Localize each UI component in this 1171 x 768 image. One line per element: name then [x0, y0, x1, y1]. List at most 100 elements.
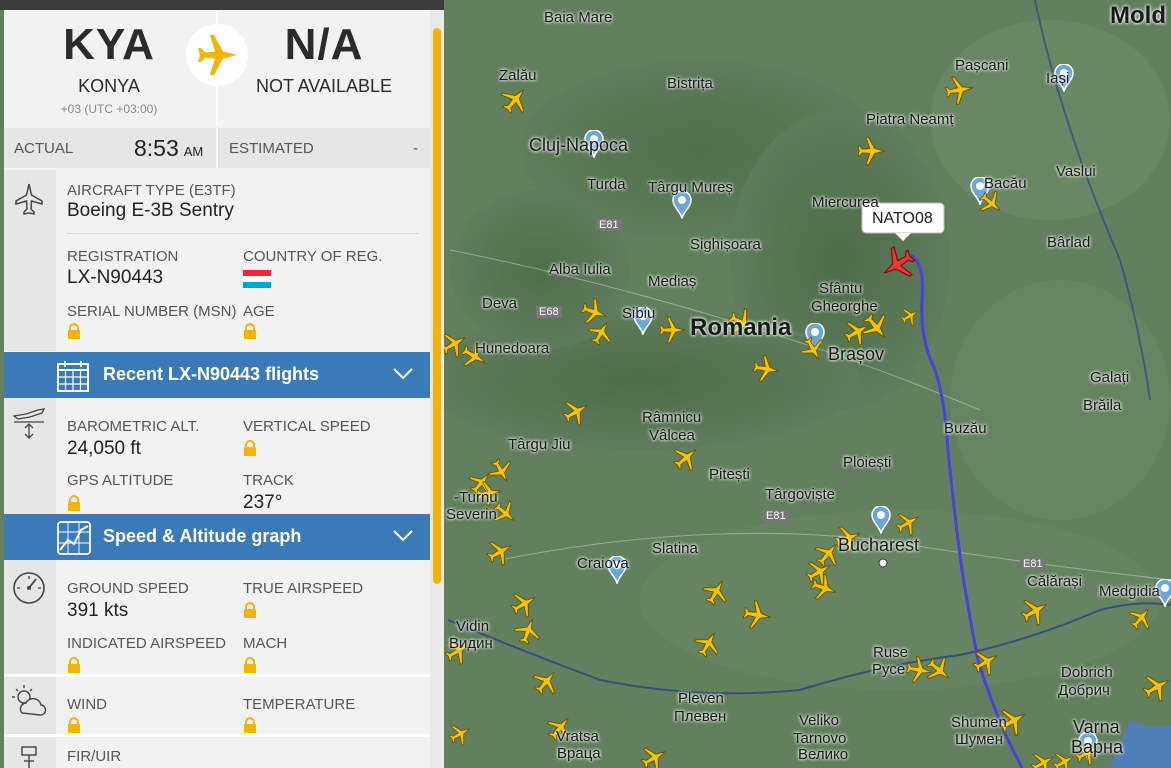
- lock-icon[interactable]: [243, 323, 257, 339]
- city-label: Gheorghe: [811, 298, 878, 315]
- lock-icon[interactable]: [243, 440, 257, 456]
- top-bar: [0, 0, 444, 10]
- city-label: Cluj-Napoca: [529, 135, 629, 155]
- gps-altitude-label: GPS ALTITUDE: [67, 472, 174, 489]
- estimated-label: ESTIMATED: [229, 140, 314, 157]
- fir-label: FIR/UIR: [67, 748, 122, 765]
- aircraft-type-code: (E3TF): [188, 182, 236, 199]
- scrollbar-thumb[interactable]: [433, 28, 441, 584]
- lock-icon[interactable]: [243, 657, 257, 673]
- origin-timezone: +03 (UTC +03:00): [60, 102, 158, 116]
- flight-info-panel: KYA KONYA +03 (UTC +03:00) N/A NOT AVAIL…: [4, 10, 430, 768]
- city-label: Varna: [1073, 717, 1120, 737]
- city-label: Piatra Neamț: [866, 111, 954, 128]
- aircraft-icon-column: [4, 170, 56, 351]
- city-label: Vidin: [456, 618, 490, 635]
- calendar-icon: [57, 361, 89, 392]
- city-label: Târgu Mureș: [648, 179, 734, 196]
- track-value: 237°: [243, 492, 283, 513]
- weather-icon: [12, 685, 47, 716]
- city-label: Deva: [482, 295, 518, 312]
- city-label: Sibiu: [622, 305, 656, 322]
- city-label: Варна: [1071, 737, 1123, 757]
- road-shield: E81: [596, 219, 622, 231]
- fir-section: FIR/UIR: [4, 737, 430, 768]
- city-label: Bacău: [984, 175, 1027, 192]
- destination-city: NOT AVAILABLE: [255, 76, 393, 96]
- speed-graph-title: Speed & Altitude graph: [103, 526, 302, 546]
- track-label: TRACK: [243, 472, 294, 489]
- age-label: AGE: [243, 303, 275, 320]
- city-label: Dobrich: [1061, 664, 1113, 681]
- lock-icon[interactable]: [67, 657, 81, 673]
- ground-speed-value: 391 kts: [67, 600, 129, 621]
- city-label: Шумен: [955, 731, 1004, 748]
- lock-icon[interactable]: [243, 717, 257, 733]
- city-label: Bârlad: [1047, 234, 1091, 251]
- lock-icon[interactable]: [67, 323, 81, 339]
- city-label: Vratsa: [556, 728, 599, 745]
- city-label: Pașcani: [955, 57, 1009, 74]
- ground-speed-label: GROUND SPEED: [67, 580, 189, 597]
- origin-city: KONYA: [78, 76, 140, 96]
- aircraft-type-value: Boeing E-3B Sentry: [67, 200, 234, 221]
- airplane-icon: [198, 35, 237, 75]
- altitude-icon-column: [4, 398, 56, 514]
- registration-value[interactable]: LX-N90443: [67, 267, 163, 289]
- route-header: KYA KONYA +03 (UTC +03:00) N/A NOT AVAIL…: [4, 10, 430, 126]
- city-label: Brașov: [828, 344, 885, 364]
- city-label: Vâlcea: [649, 427, 695, 444]
- city-label: Râmnicu: [642, 409, 702, 426]
- country-label-moldova: Mold: [1110, 2, 1166, 29]
- city-label: Turda: [587, 176, 626, 193]
- chevron-down-icon[interactable]: [392, 529, 414, 543]
- chevron-down-icon[interactable]: [392, 367, 414, 381]
- city-label: Târgu Jiu: [508, 436, 571, 453]
- speed-section: GROUND SPEED 391 kts TRUE AIRSPEED INDIC…: [4, 560, 430, 674]
- city-label: Видин: [449, 635, 493, 652]
- city-label: Русе: [872, 661, 906, 678]
- actual-time-ampm: AM: [183, 144, 204, 159]
- city-label: Добрич: [1058, 682, 1110, 699]
- city-label: Severin: [446, 506, 497, 523]
- city-label: Bucharest: [838, 535, 920, 555]
- flight-callout[interactable]: NATO08: [872, 210, 933, 228]
- city-label: Baia Mare: [544, 9, 613, 26]
- actual-time-value: 8:53: [134, 135, 179, 161]
- city-label: Pitești: [709, 466, 750, 483]
- city-label: Sighișoara: [690, 236, 761, 253]
- mach-label: MACH: [243, 635, 288, 652]
- city-label: -Turnu: [454, 489, 498, 506]
- vertical-speed-label: VERTICAL SPEED: [243, 418, 371, 435]
- city-label: Zalău: [499, 67, 537, 84]
- graph-icon: [57, 521, 91, 555]
- city-label: Buzău: [944, 420, 987, 437]
- lock-icon[interactable]: [243, 602, 257, 618]
- divider: [67, 233, 419, 234]
- origin-code[interactable]: KYA: [44, 20, 174, 70]
- recent-flights-bar[interactable]: Recent LX-N90443 flights: [4, 352, 430, 398]
- city-label: Călărași: [1027, 573, 1083, 590]
- country-label: COUNTRY OF REG.: [243, 248, 383, 265]
- city-label: Bistrița: [667, 75, 713, 92]
- lock-icon[interactable]: [67, 717, 81, 733]
- luxembourg-flag-icon: [243, 270, 271, 288]
- road-shield: E81: [1020, 558, 1046, 570]
- plane-circle: [186, 24, 248, 86]
- speed-altitude-graph-bar[interactable]: Speed & Altitude graph: [4, 514, 430, 560]
- actual-time: 8:53 AM: [134, 135, 203, 162]
- city-label: Târgoviște: [765, 486, 836, 503]
- city-label: Galați: [1090, 369, 1130, 386]
- city-label: Враца: [557, 745, 601, 762]
- city-label: Miercurea: [812, 194, 879, 211]
- city-label: Veliko: [799, 712, 840, 729]
- country-label-romania: Romania: [690, 314, 792, 341]
- lock-icon[interactable]: [67, 495, 81, 511]
- aircraft-icon: [15, 183, 43, 215]
- aircraft-section: AIRCRAFT TYPE (E3TF) Boeing E-3B Sentry …: [4, 170, 430, 351]
- city-label: Tarnovo: [793, 730, 847, 747]
- destination-code[interactable]: N/A: [254, 20, 394, 70]
- altitude-section: BAROMETRIC ALT. 24,050 ft VERTICAL SPEED…: [4, 398, 430, 514]
- city-label: Sfântu: [819, 280, 863, 297]
- city-label: Alba Iulia: [549, 261, 611, 278]
